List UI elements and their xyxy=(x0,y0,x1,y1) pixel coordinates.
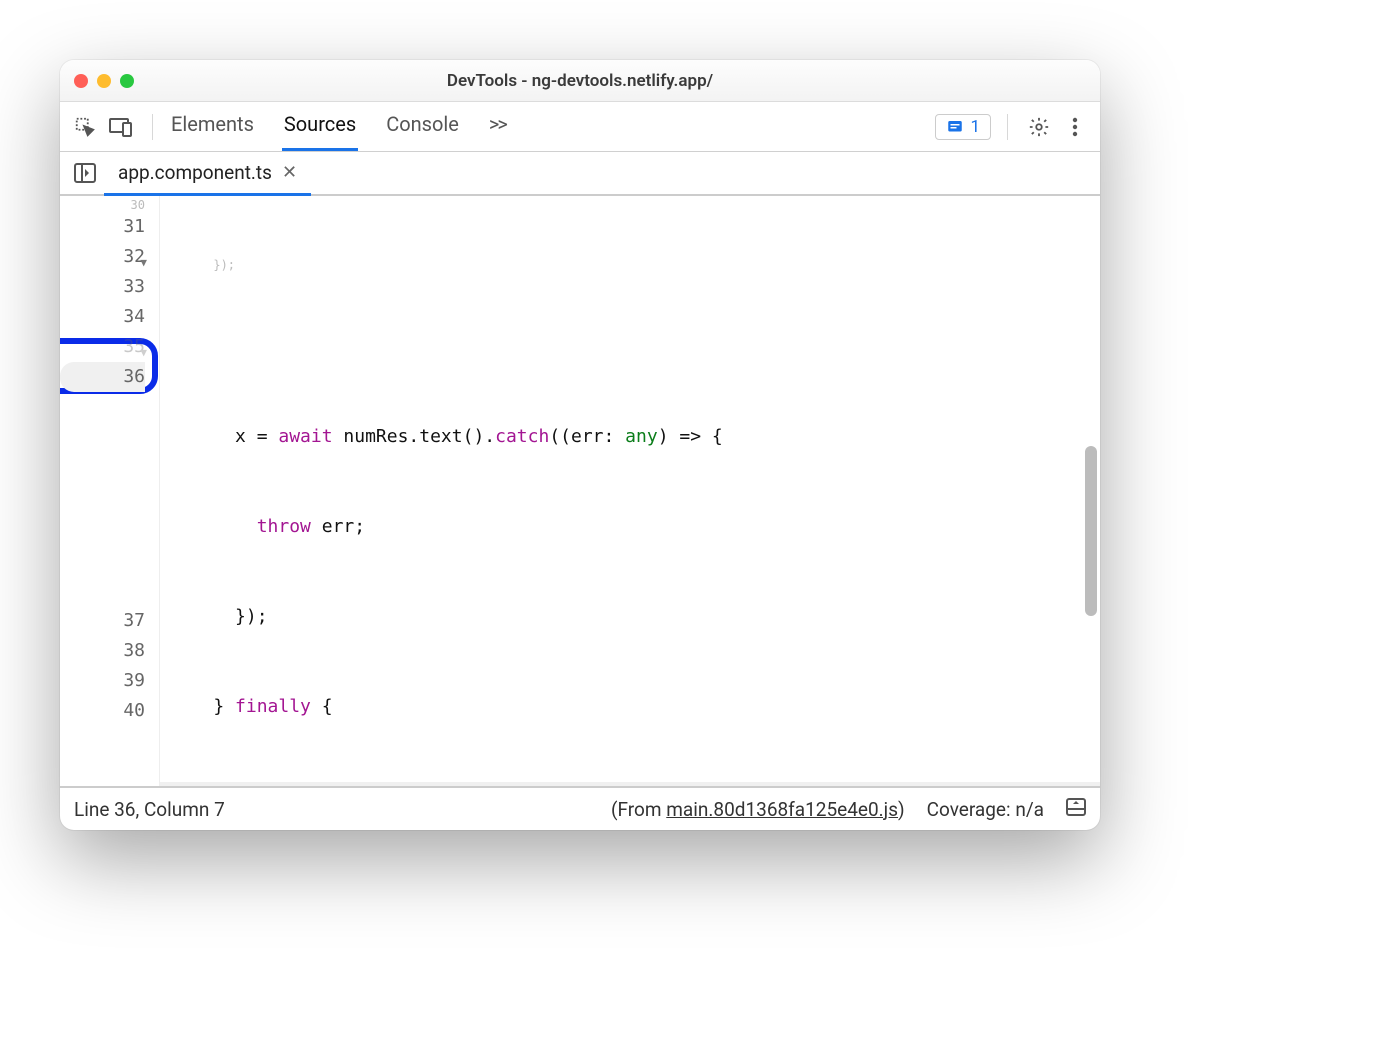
issues-count: 1 xyxy=(970,117,980,137)
cursor-position: Line 36, Column 7 xyxy=(74,798,225,821)
separator xyxy=(1007,114,1008,140)
minimize-window-icon[interactable] xyxy=(97,74,111,88)
tabs-overflow[interactable]: >> xyxy=(487,102,508,151)
code-line: } finally { xyxy=(160,692,1100,722)
tab-elements[interactable]: Elements xyxy=(169,102,256,151)
separator xyxy=(152,114,153,140)
code-line: throw err; xyxy=(160,512,1100,542)
code-line xyxy=(160,332,1100,362)
line-gutter[interactable]: 30 31 32▼ 33 34 35▼ 36 37 38 39 40 xyxy=(60,196,160,786)
code-editor: 30 31 32▼ 33 34 35▼ 36 37 38 39 40 }); x… xyxy=(60,196,1100,786)
gutter-line: 38 xyxy=(60,636,145,666)
device-toolbar-icon[interactable] xyxy=(106,112,136,142)
gutter-line: 31 xyxy=(60,212,145,242)
tab-console[interactable]: Console xyxy=(384,102,461,151)
close-tab-icon[interactable]: ✕ xyxy=(282,162,297,183)
file-tabs: app.component.ts ✕ xyxy=(60,152,1100,196)
code-line: }); xyxy=(160,602,1100,632)
window-title: DevTools - ng-devtools.netlify.app/ xyxy=(60,71,1100,91)
traffic-lights xyxy=(74,74,134,88)
gutter-line: 36 xyxy=(60,362,145,392)
settings-icon[interactable] xyxy=(1024,112,1054,142)
panel-tabs: Elements Sources Console >> xyxy=(169,102,508,151)
devtools-window: DevTools - ng-devtools.netlify.app/ Elem… xyxy=(60,60,1100,830)
source-file-link[interactable]: main.80d1368fa125e4e0.js xyxy=(666,798,898,821)
more-options-icon[interactable] xyxy=(1060,112,1090,142)
gutter-line: 35▼ xyxy=(60,332,145,362)
code-line: x = await numRes.text().catch((err: any)… xyxy=(160,422,1100,452)
coverage-status: Coverage: n/a xyxy=(927,798,1044,821)
gutter-line: 32▼ xyxy=(60,242,145,272)
zoom-window-icon[interactable] xyxy=(120,74,134,88)
close-window-icon[interactable] xyxy=(74,74,88,88)
titlebar: DevTools - ng-devtools.netlify.app/ xyxy=(60,60,1100,102)
gutter-line: 33 xyxy=(60,272,145,302)
scrollbar[interactable] xyxy=(1085,446,1097,616)
tab-sources[interactable]: Sources xyxy=(282,102,358,151)
file-tab-app-component[interactable]: app.component.ts ✕ xyxy=(104,152,311,196)
code-line: }); xyxy=(160,258,1100,272)
inspect-element-icon[interactable] xyxy=(70,112,100,142)
code-line: this.counter = this.counter + +(x || 1); xyxy=(160,782,1100,786)
gutter-line: 39 xyxy=(60,666,145,696)
devtools-toolbar: Elements Sources Console >> 1 xyxy=(60,102,1100,152)
code-content[interactable]: }); x = await numRes.text().catch((err: … xyxy=(160,196,1100,786)
gutter-line: 34 xyxy=(60,302,145,332)
gutter-line: 37 xyxy=(60,606,145,636)
drawer-toggle-icon[interactable] xyxy=(1066,798,1086,821)
source-origin: (From main.80d1368fa125e4e0.js) xyxy=(611,798,905,821)
gutter-line: 40 xyxy=(60,696,145,726)
navigator-toggle-icon[interactable] xyxy=(66,152,104,194)
issues-counter[interactable]: 1 xyxy=(935,114,991,140)
status-bar: Line 36, Column 7 (From main.80d1368fa12… xyxy=(60,786,1100,830)
file-tab-label: app.component.ts xyxy=(118,161,272,184)
